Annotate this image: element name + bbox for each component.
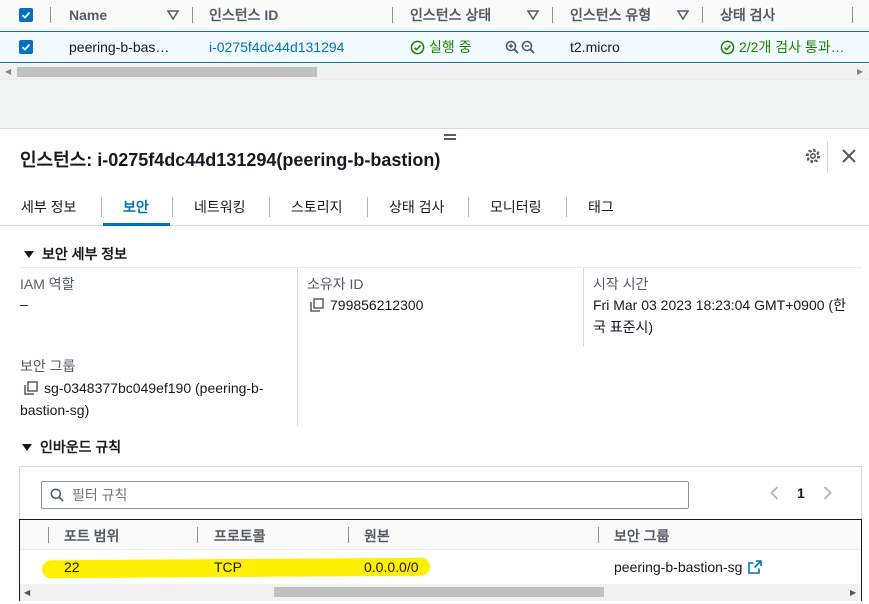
column-header-security-group[interactable]: 보안 그룹 bbox=[614, 526, 669, 546]
column-header-protocol[interactable]: 프로토콜 bbox=[214, 526, 266, 546]
inbound-rules-table: 1 포트 범위 프로토콜 원본 보안 그룹 22 TCP 0.0.0.0/0 p… bbox=[19, 466, 862, 601]
sort-icon[interactable] bbox=[677, 9, 689, 21]
row-instance-type: t2.micro bbox=[570, 39, 620, 55]
split-panel-gap bbox=[0, 80, 869, 129]
inbound-rules-toggle[interactable]: 인바운드 규칙 bbox=[22, 437, 121, 457]
tab-status-checks[interactable]: 상태 검사 bbox=[389, 188, 444, 225]
divider bbox=[827, 141, 828, 173]
rule-security-group-label[interactable]: peering-b-bastion-sg bbox=[614, 559, 742, 575]
panel-title: 인스턴스: i-0275f4dc44d131294(peering-b-bast… bbox=[20, 150, 441, 170]
row-state-label: 실행 중 bbox=[429, 39, 472, 55]
column-header-status-check[interactable]: 상태 검사 bbox=[720, 0, 775, 29]
scrollbar-thumb[interactable] bbox=[17, 67, 317, 77]
launch-time-line: Fri Mar 03 2023 18:23:04 GMT+0900 (한 bbox=[593, 297, 846, 313]
divider bbox=[583, 268, 584, 346]
filter-input[interactable] bbox=[72, 487, 632, 503]
tab-monitoring[interactable]: 모니터링 bbox=[490, 188, 542, 225]
sort-icon[interactable] bbox=[527, 9, 539, 21]
owner-id-field: 799856212300 bbox=[310, 294, 423, 316]
launch-time-line: 국 표준시) bbox=[593, 319, 654, 335]
security-details-toggle[interactable]: 보안 세부 정보 bbox=[24, 244, 127, 264]
divider bbox=[19, 267, 862, 268]
scroll-left-icon[interactable]: ◀ bbox=[24, 589, 30, 597]
security-group-line[interactable]: bastion-sg) bbox=[20, 399, 264, 421]
sort-icon[interactable] bbox=[167, 9, 179, 21]
scrollbar-thumb[interactable] bbox=[274, 587, 604, 597]
table-row[interactable]: peering-b-bas… i-0275f4dc44d131294 실행 중 … bbox=[0, 31, 869, 63]
pagination: 1 bbox=[770, 485, 832, 501]
tab-security[interactable]: 보안 bbox=[123, 188, 149, 225]
column-header-instance-state[interactable]: 인스턴스 상태 bbox=[410, 0, 491, 29]
detail-tabs: 세부 정보 보안 네트워킹 스토리지 상태 검사 모니터링 태그 bbox=[0, 188, 869, 226]
row-checkbox[interactable] bbox=[19, 32, 33, 62]
instances-table: Name 인스턴스 ID 인스턴스 상태 인스턴스 유형 상태 검사 peeri… bbox=[0, 0, 869, 80]
scroll-right-icon[interactable]: ▶ bbox=[857, 68, 863, 76]
gear-icon[interactable] bbox=[804, 147, 822, 165]
search-icon bbox=[50, 488, 64, 502]
owner-id-label: 소유자 ID bbox=[307, 276, 364, 292]
divider bbox=[297, 268, 298, 426]
rule-protocol: TCP bbox=[214, 559, 242, 575]
horizontal-scrollbar[interactable]: ◀ ▶ bbox=[0, 64, 869, 80]
check-circle-icon bbox=[410, 40, 425, 54]
column-header-source[interactable]: 원본 bbox=[364, 526, 390, 546]
security-group-line[interactable]: sg-0348377bc049ef190 (peering-b- bbox=[44, 380, 264, 396]
zoom-controls bbox=[505, 32, 535, 62]
tab-details[interactable]: 세부 정보 bbox=[21, 188, 76, 225]
rules-grid: 포트 범위 프로토콜 원본 보안 그룹 22 TCP 0.0.0.0/0 pee… bbox=[19, 519, 862, 601]
tab-networking[interactable]: 네트워킹 bbox=[194, 188, 246, 225]
inbound-rules-heading: 인바운드 규칙 bbox=[40, 439, 122, 455]
check-circle-icon bbox=[720, 40, 735, 54]
caret-down-icon bbox=[24, 251, 34, 258]
chevron-right-icon[interactable] bbox=[823, 486, 832, 500]
tab-tags[interactable]: 태그 bbox=[588, 188, 614, 225]
close-icon[interactable] bbox=[841, 148, 857, 164]
rule-source: 0.0.0.0/0 bbox=[364, 559, 419, 575]
chevron-left-icon[interactable] bbox=[770, 486, 779, 500]
instances-table-header: Name 인스턴스 ID 인스턴스 상태 인스턴스 유형 상태 검사 bbox=[0, 0, 869, 30]
column-header-name[interactable]: Name bbox=[69, 0, 107, 29]
row-instance-id-link[interactable]: i-0275f4dc44d131294 bbox=[209, 32, 344, 62]
select-all-checkbox[interactable] bbox=[19, 0, 33, 29]
copy-icon[interactable] bbox=[310, 298, 324, 312]
column-header-instance-type[interactable]: 인스턴스 유형 bbox=[570, 0, 651, 29]
row-status-check-label: 2/2개 검사 통과… bbox=[739, 39, 845, 55]
security-groups-label: 보안 그룹 bbox=[20, 358, 76, 374]
launch-time-value: Fri Mar 03 2023 18:23:04 GMT+0900 (한 국 표… bbox=[593, 294, 846, 338]
horizontal-scrollbar[interactable]: ◀ ▶ bbox=[20, 584, 861, 601]
column-header-port-range[interactable]: 포트 범위 bbox=[64, 526, 119, 546]
rules-header: 포트 범위 프로토콜 원본 보안 그룹 bbox=[20, 520, 861, 550]
owner-id-value: 799856212300 bbox=[330, 297, 424, 313]
rule-security-group-link[interactable]: peering-b-bastion-sg bbox=[614, 559, 763, 575]
row-status-check: 2/2개 검사 통과… bbox=[720, 32, 845, 62]
rule-port: 22 bbox=[64, 559, 80, 575]
active-tab-indicator bbox=[103, 223, 170, 226]
zoom-out-icon[interactable] bbox=[521, 40, 535, 54]
table-row: 22 TCP 0.0.0.0/0 peering-b-bastion-sg bbox=[20, 551, 861, 583]
iam-role-value: – bbox=[20, 296, 28, 312]
filter-field[interactable] bbox=[41, 481, 689, 509]
page-number[interactable]: 1 bbox=[797, 485, 805, 501]
external-link-icon[interactable] bbox=[748, 560, 763, 574]
security-group-link[interactable]: sg-0348377bc049ef190 (peering-b- bastion… bbox=[20, 377, 264, 421]
row-instance-state: 실행 중 bbox=[410, 32, 472, 62]
iam-role-label: IAM 역할 bbox=[20, 276, 75, 292]
zoom-in-icon[interactable] bbox=[505, 40, 519, 54]
security-details-heading: 보안 세부 정보 bbox=[42, 246, 128, 262]
launch-time-label: 시작 시간 bbox=[593, 276, 649, 292]
column-header-instance-id[interactable]: 인스턴스 ID bbox=[209, 0, 278, 29]
scroll-right-icon[interactable]: ▶ bbox=[850, 589, 856, 597]
row-name: peering-b-bas… bbox=[69, 39, 170, 55]
resize-handle-icon[interactable] bbox=[444, 134, 456, 140]
copy-icon[interactable] bbox=[24, 381, 38, 395]
scroll-left-icon[interactable]: ◀ bbox=[5, 68, 11, 76]
caret-down-icon bbox=[22, 444, 32, 451]
tab-storage[interactable]: 스토리지 bbox=[291, 188, 343, 225]
